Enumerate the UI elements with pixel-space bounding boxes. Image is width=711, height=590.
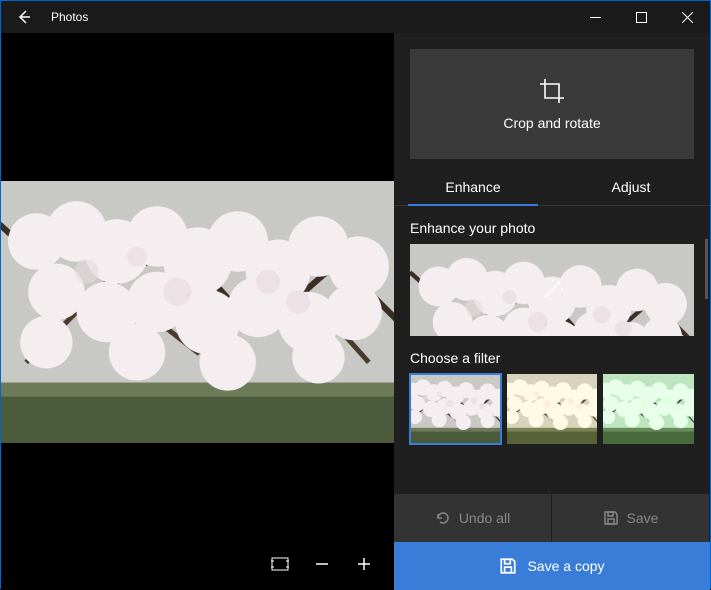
save-button[interactable]: Save bbox=[552, 494, 710, 542]
maximize-button[interactable] bbox=[618, 1, 664, 33]
plus-icon bbox=[356, 556, 372, 572]
photo-preview[interactable] bbox=[1, 181, 394, 443]
close-button[interactable] bbox=[664, 1, 710, 33]
tab-enhance[interactable]: Enhance bbox=[394, 169, 552, 205]
back-button[interactable] bbox=[1, 1, 47, 33]
minus-icon bbox=[314, 556, 330, 572]
edit-panel: Crop and rotate Enhance Adjust Enhance y… bbox=[394, 33, 710, 590]
arrow-left-icon bbox=[16, 9, 32, 25]
undo-label: Undo all bbox=[459, 510, 510, 526]
crop-icon bbox=[538, 77, 566, 105]
fit-icon bbox=[271, 557, 289, 571]
photo-preview-area bbox=[1, 33, 394, 590]
crop-and-rotate-button[interactable]: Crop and rotate bbox=[410, 49, 694, 159]
undo-icon bbox=[435, 510, 451, 526]
zoom-in-button[interactable] bbox=[346, 546, 382, 582]
tab-adjust[interactable]: Adjust bbox=[552, 169, 710, 205]
crop-label: Crop and rotate bbox=[503, 115, 600, 131]
scrollbar[interactable] bbox=[705, 239, 708, 299]
undo-all-button[interactable]: Undo all bbox=[394, 494, 552, 542]
filter-option-2[interactable] bbox=[507, 374, 598, 444]
filter-section-label: Choose a filter bbox=[394, 336, 710, 374]
enhance-photo-button[interactable] bbox=[410, 244, 694, 336]
save-a-copy-button[interactable]: Save a copy bbox=[394, 542, 710, 590]
filter-original[interactable] bbox=[410, 374, 501, 444]
app-title: Photos bbox=[47, 10, 88, 24]
maximize-icon bbox=[636, 12, 647, 23]
save-label: Save bbox=[627, 510, 659, 526]
enhance-section-label: Enhance your photo bbox=[394, 206, 710, 244]
minimize-icon bbox=[590, 12, 601, 23]
filter-row bbox=[410, 374, 694, 444]
titlebar: Photos bbox=[1, 1, 710, 33]
action-row: Undo all Save bbox=[394, 494, 710, 542]
save-copy-icon bbox=[499, 557, 517, 575]
minimize-button[interactable] bbox=[572, 1, 618, 33]
zoom-out-button[interactable] bbox=[304, 546, 340, 582]
fit-to-window-button[interactable] bbox=[262, 546, 298, 582]
preview-toolbar bbox=[262, 546, 382, 582]
magic-wand-icon bbox=[539, 277, 565, 303]
edit-tabs: Enhance Adjust bbox=[394, 169, 710, 206]
window-controls bbox=[572, 1, 710, 33]
close-icon bbox=[682, 12, 693, 23]
filter-option-3[interactable] bbox=[603, 374, 694, 444]
save-icon bbox=[603, 510, 619, 526]
save-copy-label: Save a copy bbox=[527, 558, 604, 574]
